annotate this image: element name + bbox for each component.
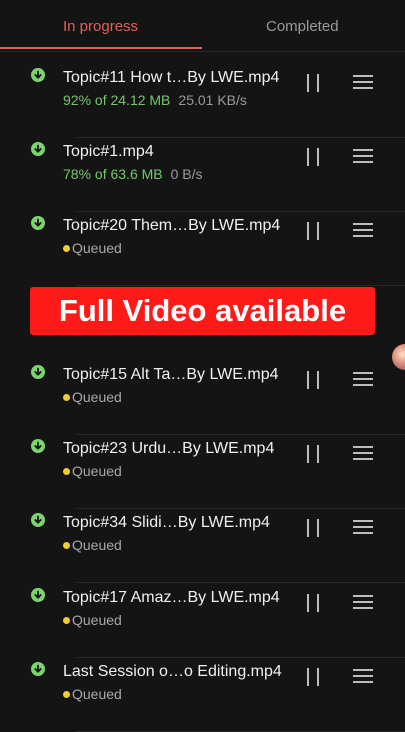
tab-divider	[0, 51, 405, 52]
download-item[interactable]: Topic#20 Them…By LWE.mp4 Queued	[0, 212, 405, 286]
download-item[interactable]: Topic#23 Urdu…By LWE.mp4 Queued	[0, 435, 405, 509]
active-tab-indicator	[0, 47, 202, 49]
tab-bar: In progress Completed	[0, 0, 405, 52]
queued-dot-icon	[63, 542, 70, 549]
queued-label: Queued	[72, 463, 122, 479]
drag-handle-icon[interactable]	[353, 520, 373, 534]
file-name: Topic#17 Amaz…By LWE.mp4	[63, 589, 280, 606]
download-item[interactable]: Topic#17 Amaz…By LWE.mp4 Queued	[0, 584, 405, 658]
queued-label: Queued	[72, 686, 122, 702]
queued-dot-icon	[63, 617, 70, 624]
download-status: Queued	[63, 463, 122, 479]
download-arrow-icon	[31, 365, 45, 379]
download-arrow-icon	[31, 588, 45, 602]
drag-handle-icon[interactable]	[353, 446, 373, 460]
queued-dot-icon	[63, 691, 70, 698]
download-arrow-icon	[31, 513, 45, 527]
download-status: Queued	[63, 389, 122, 405]
queued-label: Queued	[72, 537, 122, 553]
progress-text: 92% of 24.12 MB	[63, 92, 171, 108]
queued-dot-icon	[63, 468, 70, 475]
download-item[interactable]: Topic#1.mp4 78% of 63.6 MB 0 B/s	[0, 138, 405, 212]
tab-completed[interactable]: Completed	[266, 18, 339, 35]
pause-button[interactable]	[305, 74, 321, 92]
download-status: Queued	[63, 612, 122, 628]
pause-button[interactable]	[305, 519, 321, 537]
queued-dot-icon	[63, 394, 70, 401]
pause-button[interactable]	[305, 445, 321, 463]
drag-handle-icon[interactable]	[353, 669, 373, 683]
download-arrow-icon	[31, 68, 45, 82]
pause-button[interactable]	[305, 594, 321, 612]
download-item[interactable]: Last Session o…o Editing.mp4 Queued	[0, 658, 405, 732]
file-name: Topic#20 Them…By LWE.mp4	[63, 217, 281, 234]
download-status: 92% of 24.12 MB 25.01 KB/s	[63, 92, 247, 108]
pause-button[interactable]	[305, 222, 321, 240]
download-status: Queued	[63, 240, 122, 256]
tab-in-progress[interactable]: In progress	[63, 18, 138, 35]
download-arrow-icon	[31, 142, 45, 156]
drag-handle-icon[interactable]	[353, 149, 373, 163]
queued-label: Queued	[72, 240, 122, 256]
queued-label: Queued	[72, 612, 122, 628]
speed-text: 0 B/s	[170, 166, 203, 182]
pause-button[interactable]	[305, 668, 321, 686]
download-arrow-icon	[31, 439, 45, 453]
file-name: Topic#34 Slidi…By LWE.mp4	[63, 514, 270, 531]
download-item[interactable]: Topic#11 How t…By LWE.mp4 92% of 24.12 M…	[0, 64, 405, 138]
drag-handle-icon[interactable]	[353, 372, 373, 386]
queued-dot-icon	[63, 245, 70, 252]
download-status: Queued	[63, 686, 122, 702]
drag-handle-icon[interactable]	[353, 223, 373, 237]
download-item[interactable]: Topic#15 Alt Ta…By LWE.mp4 Queued	[0, 361, 405, 435]
promo-banner: Full Video available	[30, 287, 375, 335]
file-name: Last Session o…o Editing.mp4	[63, 663, 282, 680]
progress-text: 78% of 63.6 MB	[63, 166, 163, 182]
pause-button[interactable]	[305, 371, 321, 389]
speed-text: 25.01 KB/s	[178, 92, 247, 108]
download-arrow-icon	[31, 216, 45, 230]
download-status: 78% of 63.6 MB 0 B/s	[63, 166, 203, 182]
queued-label: Queued	[72, 389, 122, 405]
pause-button[interactable]	[305, 148, 321, 166]
file-name: Topic#1.mp4	[63, 143, 154, 160]
drag-handle-icon[interactable]	[353, 595, 373, 609]
drag-handle-icon[interactable]	[353, 75, 373, 89]
download-status: Queued	[63, 537, 122, 553]
download-arrow-icon	[31, 662, 45, 676]
download-item[interactable]: Topic#34 Slidi…By LWE.mp4 Queued	[0, 509, 405, 583]
file-name: Topic#15 Alt Ta…By LWE.mp4	[63, 366, 279, 383]
file-name: Topic#23 Urdu…By LWE.mp4	[63, 440, 275, 457]
file-name: Topic#11 How t…By LWE.mp4	[63, 69, 280, 86]
